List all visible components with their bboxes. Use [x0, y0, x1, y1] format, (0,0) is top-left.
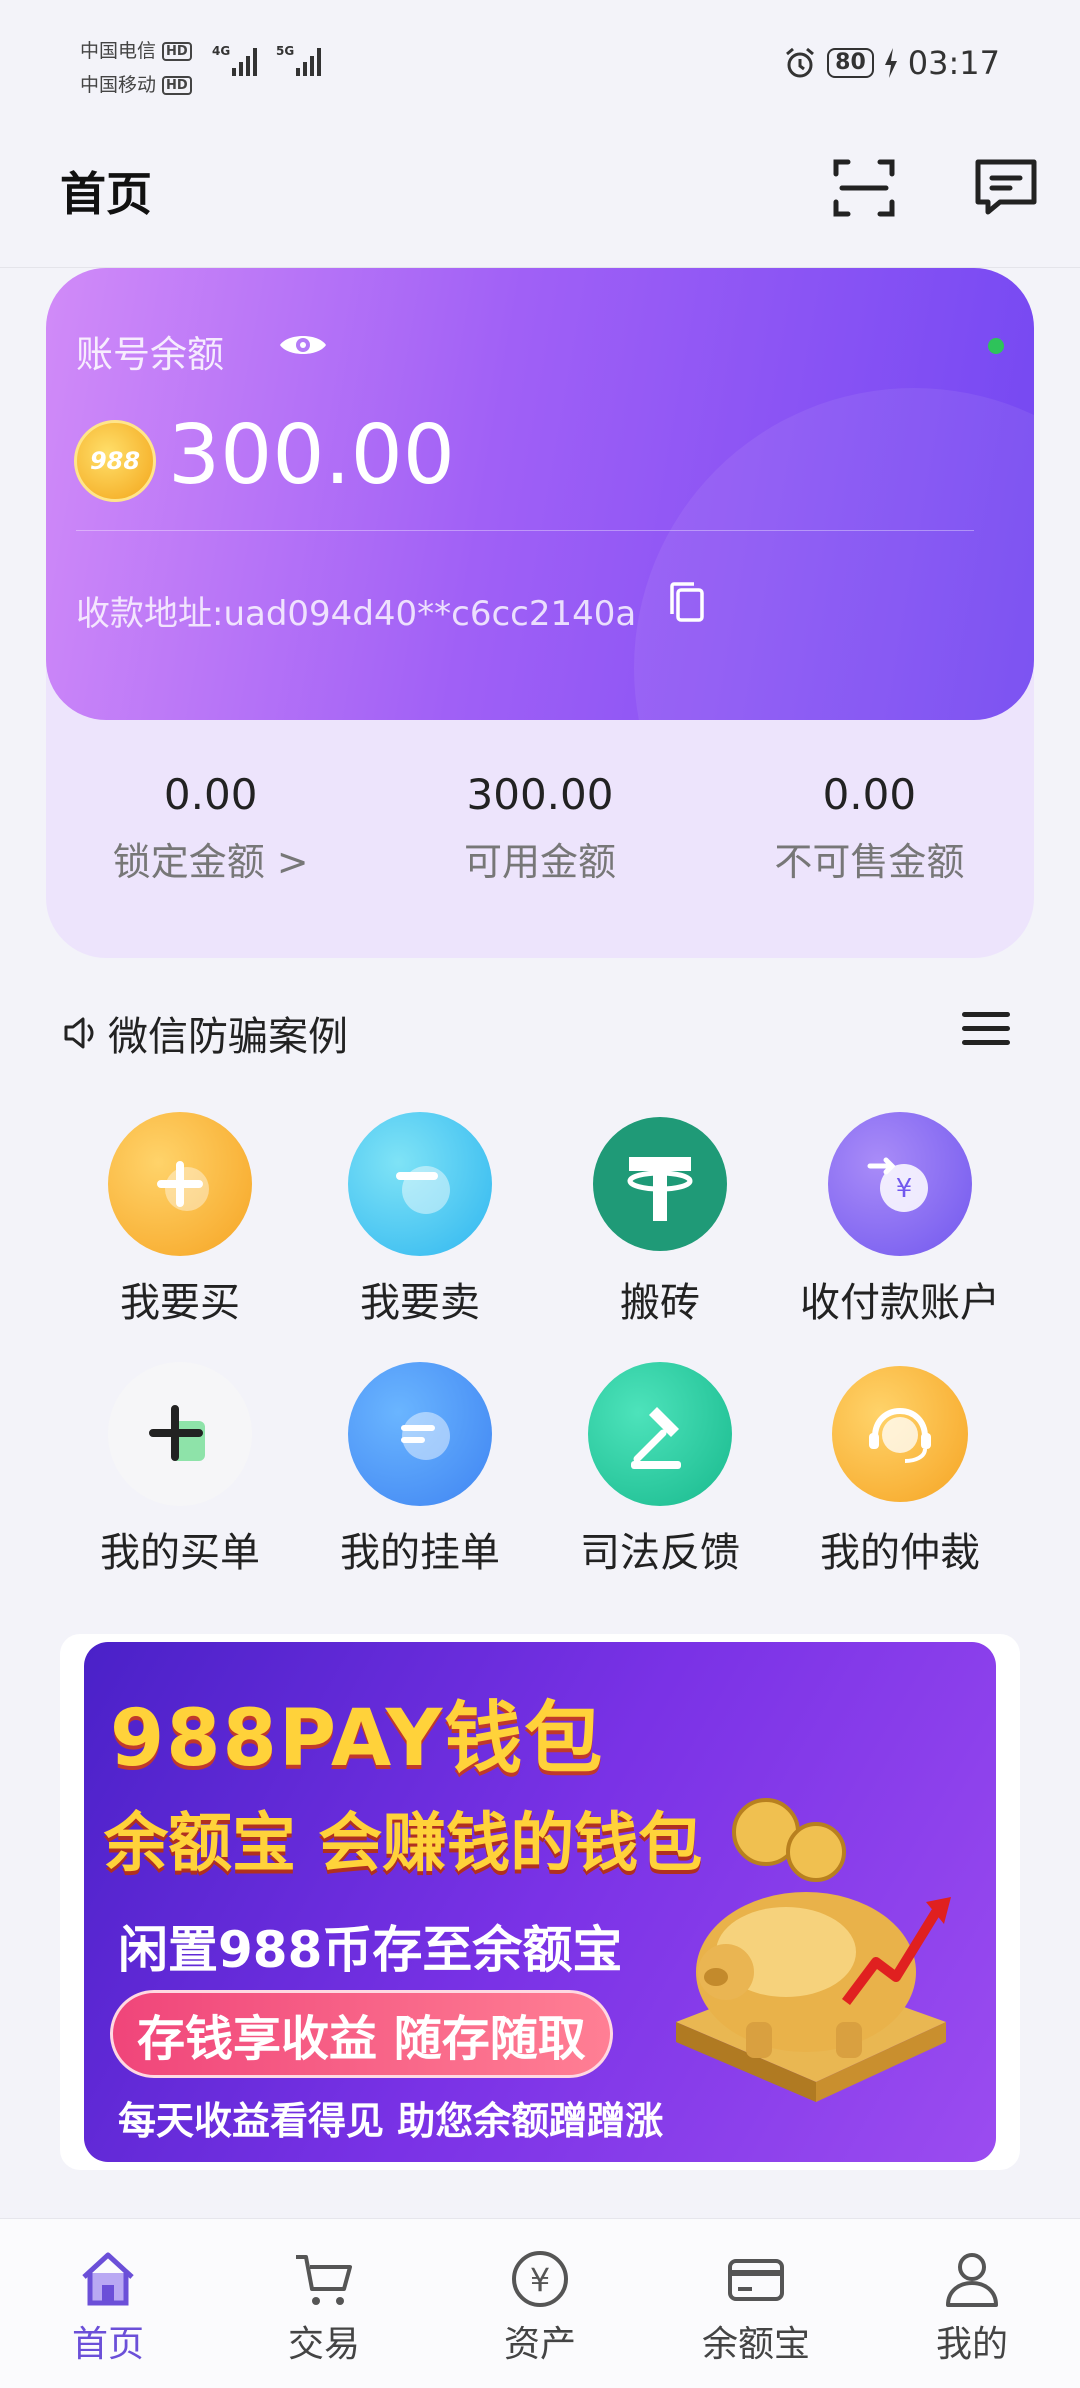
notice-bar[interactable]: 微信防骗案例	[62, 1004, 348, 1062]
stat-available: 300.00 可用金额	[375, 770, 704, 886]
menu-icon[interactable]	[962, 1012, 1010, 1054]
buy-button[interactable]: 我要买	[60, 1112, 300, 1328]
tab-mine[interactable]: 我的	[864, 2219, 1080, 2388]
banner-line-1: 闲置988币存至余额宝	[118, 1921, 623, 1979]
piggy-bank-icon	[656, 1772, 956, 2112]
banner-subtitle: 余额宝 会赚钱的钱包	[104, 1807, 703, 1881]
stat-value: 300.00	[466, 770, 614, 819]
stat-value: 0.00	[822, 770, 917, 819]
stat-label: 可用金额	[463, 840, 616, 884]
stat-label: 锁定金额 >	[112, 840, 309, 884]
gavel-icon	[588, 1362, 732, 1506]
action-label: 我的仲裁	[820, 1530, 980, 1576]
app-header: 首页	[0, 130, 1080, 268]
exchange-yen-icon: ¥	[828, 1112, 972, 1256]
scan-icon[interactable]	[828, 152, 900, 224]
plus-circle-icon	[108, 1112, 252, 1256]
tab-label: 交易	[287, 2324, 360, 2365]
list-icon	[348, 1362, 492, 1506]
payment-account-button[interactable]: ¥ 收付款账户	[780, 1112, 1020, 1328]
tab-label: 首页	[71, 2324, 144, 2365]
action-label: 我的买单	[100, 1530, 260, 1576]
balance-label: 账号余额	[76, 333, 224, 376]
banner-image: 988PAY钱包 余额宝 会赚钱的钱包 闲置988币存至余额宝 存钱享收益 随存…	[84, 1642, 996, 2162]
banner-line-2: 每天收益看得见 助您余额蹭蹭涨	[118, 2099, 664, 2143]
status-right: 80 03:17	[783, 44, 1000, 82]
battery-icon: 80	[827, 48, 874, 78]
minus-circle-icon	[348, 1112, 492, 1256]
clock: 03:17	[907, 44, 1000, 82]
card-icon	[728, 2259, 784, 2301]
svg-text:¥: ¥	[896, 1174, 913, 1204]
copy-icon[interactable]	[666, 580, 710, 626]
eye-icon[interactable]	[278, 328, 328, 362]
stat-locked[interactable]: 0.00 锁定金额 >	[46, 770, 375, 886]
user-icon	[946, 2253, 998, 2307]
page-title: 首页	[60, 167, 152, 221]
balance-card: 账号余额 988 300.00 收款地址:uad094d40**c6cc2140…	[46, 268, 1034, 720]
online-indicator	[988, 338, 1004, 354]
judicial-feedback-button[interactable]: 司法反馈	[540, 1362, 780, 1578]
tab-label: 我的	[935, 2324, 1008, 2365]
receive-address: 收款地址:uad094d40**c6cc2140a	[76, 594, 637, 634]
message-icon[interactable]	[970, 152, 1042, 224]
carrier-1: 中国电信	[80, 40, 157, 62]
divider	[76, 530, 974, 531]
speaker-icon	[64, 1017, 94, 1049]
tab-assets[interactable]: ¥ 资产	[432, 2219, 648, 2388]
notice-text: 微信防骗案例	[108, 1014, 348, 1060]
cart-icon	[296, 2255, 352, 2305]
tab-label: 资产	[503, 2324, 576, 2365]
my-buy-orders-button[interactable]: 我的买单	[60, 1362, 300, 1578]
banner-pill: 存钱享收益 随存随取	[110, 1990, 613, 2078]
yen-icon: ¥	[512, 2251, 568, 2307]
charging-icon	[884, 48, 897, 78]
stat-unsellable: 0.00 不可售金额	[705, 770, 1034, 886]
headset-icon	[832, 1366, 968, 1502]
action-label: 收付款账户	[800, 1280, 1000, 1326]
hd-badge: HD	[162, 42, 192, 61]
bottom-tab-bar: 首页 交易 ¥ 资产 余额宝 我的	[0, 2218, 1080, 2388]
brick-button[interactable]: 搬砖	[540, 1112, 780, 1328]
my-arbitration-button[interactable]: 我的仲裁	[780, 1362, 1020, 1578]
balance-stats: 0.00 锁定金额 > 300.00 可用金额 0.00 不可售金额	[46, 770, 1034, 886]
tab-trade[interactable]: 交易	[216, 2219, 432, 2388]
tab-yuebao[interactable]: 余额宝	[648, 2219, 864, 2388]
action-grid-row-2: 我的买单 我的挂单 司法反馈 我的仲裁	[60, 1362, 1020, 1578]
hd-badge: HD	[162, 76, 192, 95]
balance-amount: 300.00	[168, 408, 455, 503]
action-label: 我要买	[120, 1280, 240, 1326]
stat-value: 0.00	[163, 770, 258, 819]
alarm-icon	[786, 47, 815, 78]
sell-button[interactable]: 我要卖	[300, 1112, 540, 1328]
action-grid-row-1: 我要买 我要卖 搬砖 ¥ 收付款账户	[60, 1112, 1020, 1328]
carrier-2: 中国移动	[80, 74, 157, 96]
network-type: 4G	[212, 44, 231, 58]
home-icon	[82, 2252, 134, 2306]
coin-icon: 988	[74, 420, 156, 502]
tether-icon	[593, 1117, 727, 1251]
signal-icon: 5G	[276, 44, 321, 76]
action-label: 搬砖	[620, 1280, 700, 1326]
svg-text:¥: ¥	[530, 2261, 550, 2299]
plus-note-icon	[108, 1362, 252, 1506]
status-bar: 中国电信 HD 中国移动 HD 4G 5G 80 03:17	[0, 0, 1080, 130]
network-type: 5G	[276, 44, 295, 58]
promo-banner[interactable]: 988PAY钱包 余额宝 会赚钱的钱包 闲置988币存至余额宝 存钱享收益 随存…	[60, 1634, 1020, 2170]
tab-home[interactable]: 首页	[0, 2219, 216, 2388]
banner-title: 988PAY钱包	[110, 1694, 605, 1784]
action-label: 我要卖	[360, 1280, 480, 1326]
stat-label: 不可售金额	[774, 840, 965, 884]
my-sell-orders-button[interactable]: 我的挂单	[300, 1362, 540, 1578]
action-label: 司法反馈	[580, 1530, 740, 1576]
tab-label: 余额宝	[701, 2324, 810, 2365]
action-label: 我的挂单	[340, 1530, 500, 1576]
carrier-info: 中国电信 HD 中国移动 HD	[80, 34, 192, 102]
signal-icon: 4G	[212, 44, 257, 76]
